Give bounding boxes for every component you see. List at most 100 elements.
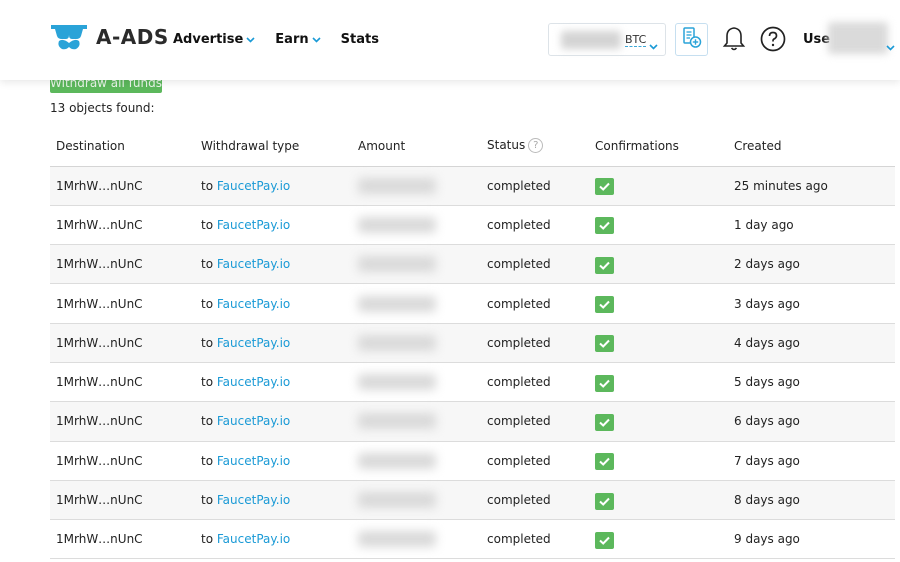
amount-cell <box>352 166 481 206</box>
created-cell: 6 days ago <box>728 401 895 442</box>
type-prefix: to <box>201 414 214 429</box>
chevron-down-icon <box>246 32 255 47</box>
balance-blurred <box>561 31 621 49</box>
type-prefix: to <box>201 257 214 272</box>
nav-earn-label: Earn <box>275 32 309 47</box>
status-cell: completed <box>481 323 589 363</box>
withdrawals-table: Destination Withdrawal type Amount Statu… <box>50 126 895 560</box>
confirmations-cell <box>589 323 728 363</box>
check-icon <box>595 178 614 196</box>
confirmations-cell <box>589 480 728 521</box>
amount-cell <box>352 205 481 246</box>
col-created[interactable]: Created <box>728 126 895 167</box>
withdrawal-type-cell: to FaucetPay.io <box>195 244 352 285</box>
confirmations-cell <box>589 283 728 324</box>
status-cell: completed <box>481 244 589 285</box>
amount-blurred <box>358 295 436 312</box>
amount-blurred <box>358 216 436 233</box>
faucetpay-link[interactable]: FaucetPay.io <box>217 297 290 311</box>
type-prefix: to <box>201 335 214 350</box>
status-cell: completed <box>481 283 589 324</box>
status-cell: completed <box>481 205 589 246</box>
amount-cell <box>352 283 481 324</box>
logo-text: A-ADS <box>96 25 169 49</box>
type-prefix: to <box>201 296 214 311</box>
check-icon <box>595 413 614 431</box>
col-status[interactable]: Status? <box>481 126 589 167</box>
table-row: 1MrhW…nUnC to FaucetPay.io completed 6 days… <box>50 401 895 442</box>
nav-advertise[interactable]: Advertise <box>173 32 255 47</box>
logo[interactable]: A-ADS <box>50 22 169 52</box>
status-help-icon[interactable]: ? <box>528 138 544 154</box>
confirmations-cell <box>589 166 728 206</box>
created-cell: 9 days ago <box>728 519 895 560</box>
faucetpay-link[interactable]: FaucetPay.io <box>217 375 290 389</box>
chevron-down-icon[interactable] <box>886 36 895 55</box>
amount-cell <box>352 323 481 363</box>
table-row: 1MrhW…nUnC to FaucetPay.io completed 5 days… <box>50 362 895 403</box>
status-cell: completed <box>481 441 589 481</box>
table-row: 1MrhW…nUnC to FaucetPay.io completed 9 days… <box>50 519 895 560</box>
faucetpay-link[interactable]: FaucetPay.io <box>217 454 290 468</box>
created-cell: 1 day ago <box>728 205 895 246</box>
faucetpay-link[interactable]: FaucetPay.io <box>217 414 290 428</box>
help-circle-icon[interactable] <box>760 26 786 56</box>
type-prefix: to <box>201 453 214 468</box>
type-prefix: to <box>201 493 214 508</box>
amount-blurred <box>358 256 436 273</box>
type-prefix: to <box>201 178 214 193</box>
col-withdrawal-type[interactable]: Withdrawal type <box>195 126 352 167</box>
user-menu[interactable]: Use <box>803 32 830 47</box>
created-cell: 25 minutes ago <box>728 166 895 206</box>
withdrawal-type-cell: to FaucetPay.io <box>195 480 352 521</box>
table-row: 1MrhW…nUnC to FaucetPay.io completed 7 days… <box>50 441 895 481</box>
currency-selector[interactable]: BTC <box>548 23 666 56</box>
status-cell: completed <box>481 401 589 442</box>
confirmations-cell <box>589 441 728 481</box>
amount-blurred <box>358 413 436 430</box>
check-icon <box>595 453 614 471</box>
top-header: A-ADS Advertise Earn Stats BTC Use <box>0 0 900 80</box>
amount-blurred <box>358 374 436 391</box>
col-confirmations[interactable]: Confirmations <box>589 126 728 167</box>
type-prefix: to <box>201 532 214 547</box>
amount-blurred <box>358 334 436 351</box>
logo-glasses-icon <box>50 22 88 52</box>
destination-cell: 1MrhW…nUnC <box>50 166 195 206</box>
nav-advertise-label: Advertise <box>173 32 244 47</box>
amount-cell <box>352 441 481 481</box>
created-cell: 2 days ago <box>728 244 895 285</box>
amount-cell <box>352 401 481 442</box>
amount-blurred <box>358 177 436 194</box>
amount-blurred <box>358 452 436 469</box>
check-icon <box>595 335 614 353</box>
destination-cell: 1MrhW…nUnC <box>50 283 195 324</box>
created-cell: 5 days ago <box>728 362 895 403</box>
bell-icon[interactable] <box>722 26 746 56</box>
withdrawal-type-cell: to FaucetPay.io <box>195 205 352 246</box>
nav-earn[interactable]: Earn <box>275 32 321 47</box>
col-status-label: Status <box>487 138 526 153</box>
check-icon <box>595 531 614 549</box>
withdrawal-type-cell: to FaucetPay.io <box>195 441 352 481</box>
faucetpay-link[interactable]: FaucetPay.io <box>217 493 290 507</box>
wallet-add-button[interactable] <box>675 23 708 56</box>
type-prefix: to <box>201 217 214 232</box>
col-destination[interactable]: Destination <box>50 126 195 167</box>
col-amount[interactable]: Amount <box>352 126 481 167</box>
nav-stats[interactable]: Stats <box>341 32 379 47</box>
table-row: 1MrhW…nUnC to FaucetPay.io completed 2 days… <box>50 244 895 285</box>
confirmations-cell <box>589 401 728 442</box>
created-cell: 4 days ago <box>728 323 895 363</box>
destination-cell: 1MrhW…nUnC <box>50 519 195 560</box>
faucetpay-link[interactable]: FaucetPay.io <box>217 218 290 232</box>
faucetpay-link[interactable]: FaucetPay.io <box>217 336 290 350</box>
nav-stats-label: Stats <box>340 32 379 47</box>
chevron-down-icon <box>312 32 321 47</box>
faucetpay-link[interactable]: FaucetPay.io <box>217 532 290 546</box>
faucetpay-link[interactable]: FaucetPay.io <box>217 179 290 193</box>
destination-cell: 1MrhW…nUnC <box>50 244 195 285</box>
faucetpay-link[interactable]: FaucetPay.io <box>217 257 290 271</box>
withdrawal-type-cell: to FaucetPay.io <box>195 323 352 363</box>
withdrawal-type-cell: to FaucetPay.io <box>195 519 352 560</box>
